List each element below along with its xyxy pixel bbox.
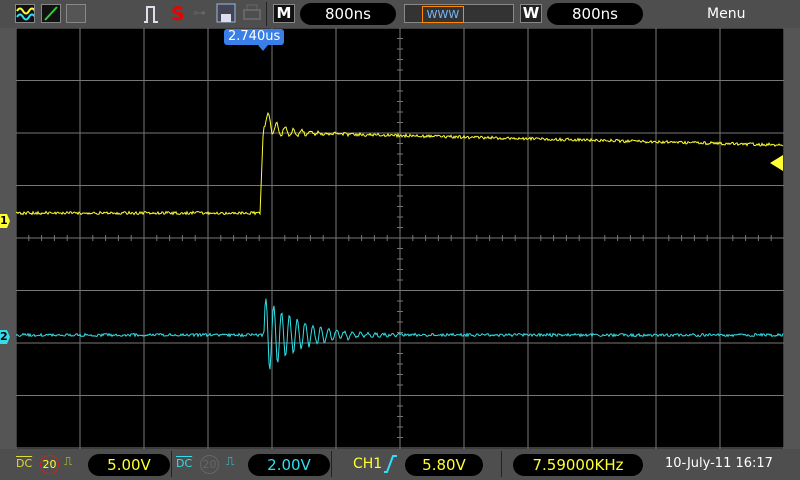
run-status: S [171, 3, 185, 25]
graticule [16, 28, 784, 449]
timebase-value[interactable]: 800ns [300, 3, 396, 25]
save-icon[interactable] [216, 3, 236, 27]
key-icon: ⊶ [193, 6, 206, 21]
math-icon[interactable] [41, 4, 61, 23]
ch1-ground-marker[interactable]: 1 [0, 214, 10, 228]
ch1-scale[interactable]: 5.00V [88, 454, 170, 476]
ch2-ground-marker[interactable]: 2 [0, 330, 10, 344]
ch1-probe-icon: ⎍ [64, 454, 72, 469]
trigger-position-label: 2.740us [224, 29, 284, 45]
ch2-coupling: DC [176, 457, 192, 470]
trigger-level-marker[interactable] [770, 155, 783, 171]
frequency-readout: 7.59000KHz [513, 454, 643, 476]
waveform-display [16, 28, 784, 449]
trigger-position-marker[interactable] [258, 45, 268, 51]
ch2-bw-limit: 20 [200, 455, 219, 474]
trigger-level[interactable]: 5.80V [405, 454, 483, 476]
trigger-pulse-icon [143, 4, 159, 28]
window-timebase-icon: W [520, 4, 542, 23]
memory-window-icon: WWW [404, 4, 514, 23]
ref-icon[interactable] [66, 4, 86, 23]
datetime: 10-July-11 16:17 [665, 456, 773, 471]
window-timebase-value[interactable]: 800ns [547, 3, 643, 25]
ch1-bw-limit: 20 [40, 455, 59, 474]
ch2-scale[interactable]: 2.00V [248, 454, 330, 476]
top-toolbar: S ⊶ M 800ns WWW W 800ns Menu [0, 0, 800, 28]
ch2-probe-icon: ⎍ [226, 454, 234, 469]
rising-edge-icon [383, 454, 397, 478]
channel-waveform-icon[interactable] [15, 4, 35, 23]
ch1-coupling: DC [16, 457, 32, 470]
menu-button[interactable]: Menu [707, 6, 745, 22]
print-icon[interactable] [242, 3, 262, 27]
status-bar: DC 20 ⎍ 5.00V DC 20 ⎍ 2.00V CH1 5.80V 7.… [0, 449, 800, 480]
trigger-source: CH1 [353, 456, 382, 472]
main-timebase-icon: M [273, 4, 295, 23]
